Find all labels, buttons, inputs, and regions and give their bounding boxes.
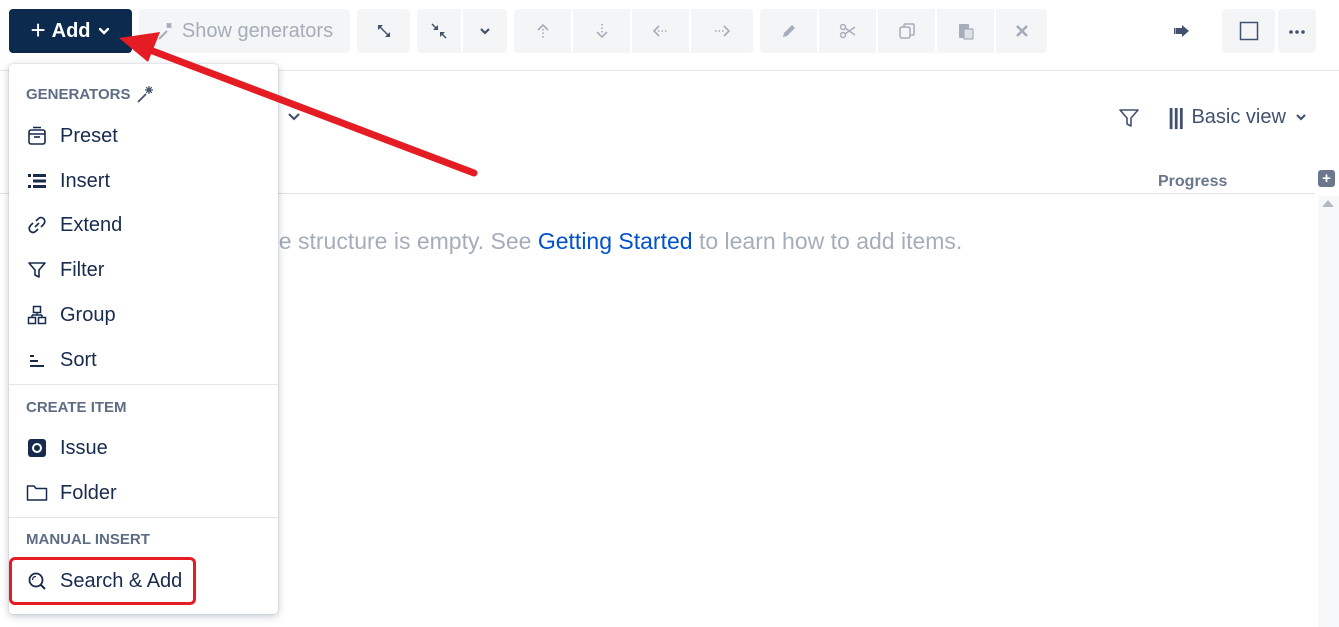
menu-item-label: Group bbox=[60, 303, 116, 326]
preset-icon bbox=[26, 125, 48, 147]
move-down-button[interactable] bbox=[573, 9, 630, 53]
annotation-highlight-box bbox=[9, 557, 196, 605]
move-left-button[interactable] bbox=[632, 9, 689, 53]
empty-message-suffix: to learn how to add items. bbox=[692, 228, 963, 254]
move-right-button[interactable] bbox=[691, 9, 753, 53]
show-generators-button[interactable]: Show generators bbox=[139, 9, 350, 53]
add-dropdown-menu: GENERATORS Preset Insert Extend Filter G… bbox=[9, 64, 278, 614]
view-selector[interactable]: ||| Basic view bbox=[1168, 104, 1308, 130]
empty-message-prefix: he structure is empty. See bbox=[266, 228, 538, 254]
move-left-icon bbox=[652, 25, 668, 37]
more-button[interactable] bbox=[1278, 9, 1316, 53]
menu-item-label: Insert bbox=[60, 169, 111, 192]
toolbar: + Add Show generators bbox=[0, 0, 1339, 71]
manual-title-text: MANUAL INSERT bbox=[26, 531, 150, 548]
magic-wand-icon bbox=[158, 22, 172, 40]
link-icon bbox=[26, 214, 48, 236]
folder-icon bbox=[26, 482, 48, 504]
empty-structure-message: he structure is empty. See Getting Start… bbox=[266, 228, 962, 255]
scrollbar[interactable] bbox=[1318, 196, 1339, 627]
filter-icon bbox=[26, 259, 48, 281]
collapse-icon bbox=[431, 23, 447, 39]
paste-button[interactable] bbox=[937, 9, 994, 53]
manual-insert-section-title: MANUAL INSERT bbox=[26, 531, 150, 548]
more-icon bbox=[1289, 30, 1305, 34]
progress-column-header[interactable]: Progress bbox=[1158, 173, 1227, 191]
chevron-down-icon bbox=[480, 28, 490, 35]
copy-button[interactable] bbox=[878, 9, 935, 53]
remove-button[interactable] bbox=[996, 9, 1047, 53]
chevron-down-icon bbox=[1296, 114, 1306, 121]
paste-icon bbox=[958, 24, 974, 40]
menu-item-group[interactable]: Group bbox=[26, 299, 116, 331]
plus-icon: + bbox=[30, 14, 46, 45]
menu-item-folder[interactable]: Folder bbox=[26, 477, 117, 509]
issue-icon bbox=[26, 437, 48, 459]
menu-item-sort[interactable]: Sort bbox=[26, 344, 97, 376]
panel-toggle-button[interactable] bbox=[1222, 9, 1275, 53]
filter-icon[interactable] bbox=[1118, 107, 1140, 129]
export-icon bbox=[1174, 25, 1189, 37]
group-icon bbox=[26, 304, 48, 326]
copy-icon bbox=[898, 23, 915, 39]
menu-divider bbox=[9, 517, 278, 518]
menu-divider bbox=[9, 384, 278, 385]
add-button-label: Add bbox=[51, 19, 91, 42]
move-down-icon bbox=[595, 24, 608, 39]
edit-button[interactable] bbox=[760, 9, 817, 53]
pencil-icon bbox=[782, 25, 795, 37]
close-icon bbox=[1015, 25, 1028, 37]
menu-item-filter[interactable]: Filter bbox=[26, 254, 104, 286]
create-title-text: CREATE ITEM bbox=[26, 399, 127, 416]
menu-item-label: Extend bbox=[60, 213, 123, 236]
generators-section-title: GENERATORS bbox=[26, 84, 156, 104]
move-right-icon bbox=[715, 25, 731, 37]
menu-item-label: Filter bbox=[60, 258, 105, 281]
show-generators-label: Show generators bbox=[181, 19, 334, 42]
getting-started-link[interactable]: Getting Started bbox=[538, 228, 693, 254]
cut-button[interactable] bbox=[819, 9, 876, 53]
chevron-down-icon bbox=[98, 27, 109, 35]
move-up-icon bbox=[536, 23, 549, 38]
sort-icon bbox=[26, 349, 48, 371]
menu-item-extend[interactable]: Extend bbox=[26, 209, 122, 241]
collapse-options-button[interactable] bbox=[463, 9, 507, 53]
insert-icon bbox=[26, 170, 48, 192]
menu-item-insert[interactable]: Insert bbox=[26, 165, 110, 197]
view-selector-label: Basic view bbox=[1191, 105, 1286, 128]
export-button[interactable] bbox=[1160, 9, 1206, 53]
menu-item-label: Sort bbox=[60, 348, 97, 371]
magic-wand-icon bbox=[137, 86, 154, 103]
chevron-down-icon[interactable] bbox=[286, 108, 302, 124]
menu-item-issue[interactable]: Issue bbox=[26, 432, 108, 464]
menu-item-label: Folder bbox=[60, 481, 117, 504]
move-up-button[interactable] bbox=[514, 9, 571, 53]
add-button[interactable]: + Add bbox=[9, 9, 132, 53]
scroll-up-icon[interactable] bbox=[1322, 200, 1334, 207]
expand-button[interactable] bbox=[357, 9, 410, 53]
menu-item-label: Issue bbox=[60, 436, 108, 459]
add-column-button[interactable]: + bbox=[1318, 170, 1335, 187]
columns-icon: ||| bbox=[1168, 104, 1185, 129]
create-item-section-title: CREATE ITEM bbox=[26, 399, 127, 416]
expand-icon bbox=[377, 25, 390, 37]
menu-item-label: Preset bbox=[60, 124, 118, 147]
generators-title-text: GENERATORS bbox=[26, 85, 131, 103]
menu-item-preset[interactable]: Preset bbox=[26, 120, 118, 152]
scissors-icon bbox=[839, 23, 855, 39]
panel-icon bbox=[1239, 21, 1258, 41]
collapse-button[interactable] bbox=[417, 9, 461, 53]
